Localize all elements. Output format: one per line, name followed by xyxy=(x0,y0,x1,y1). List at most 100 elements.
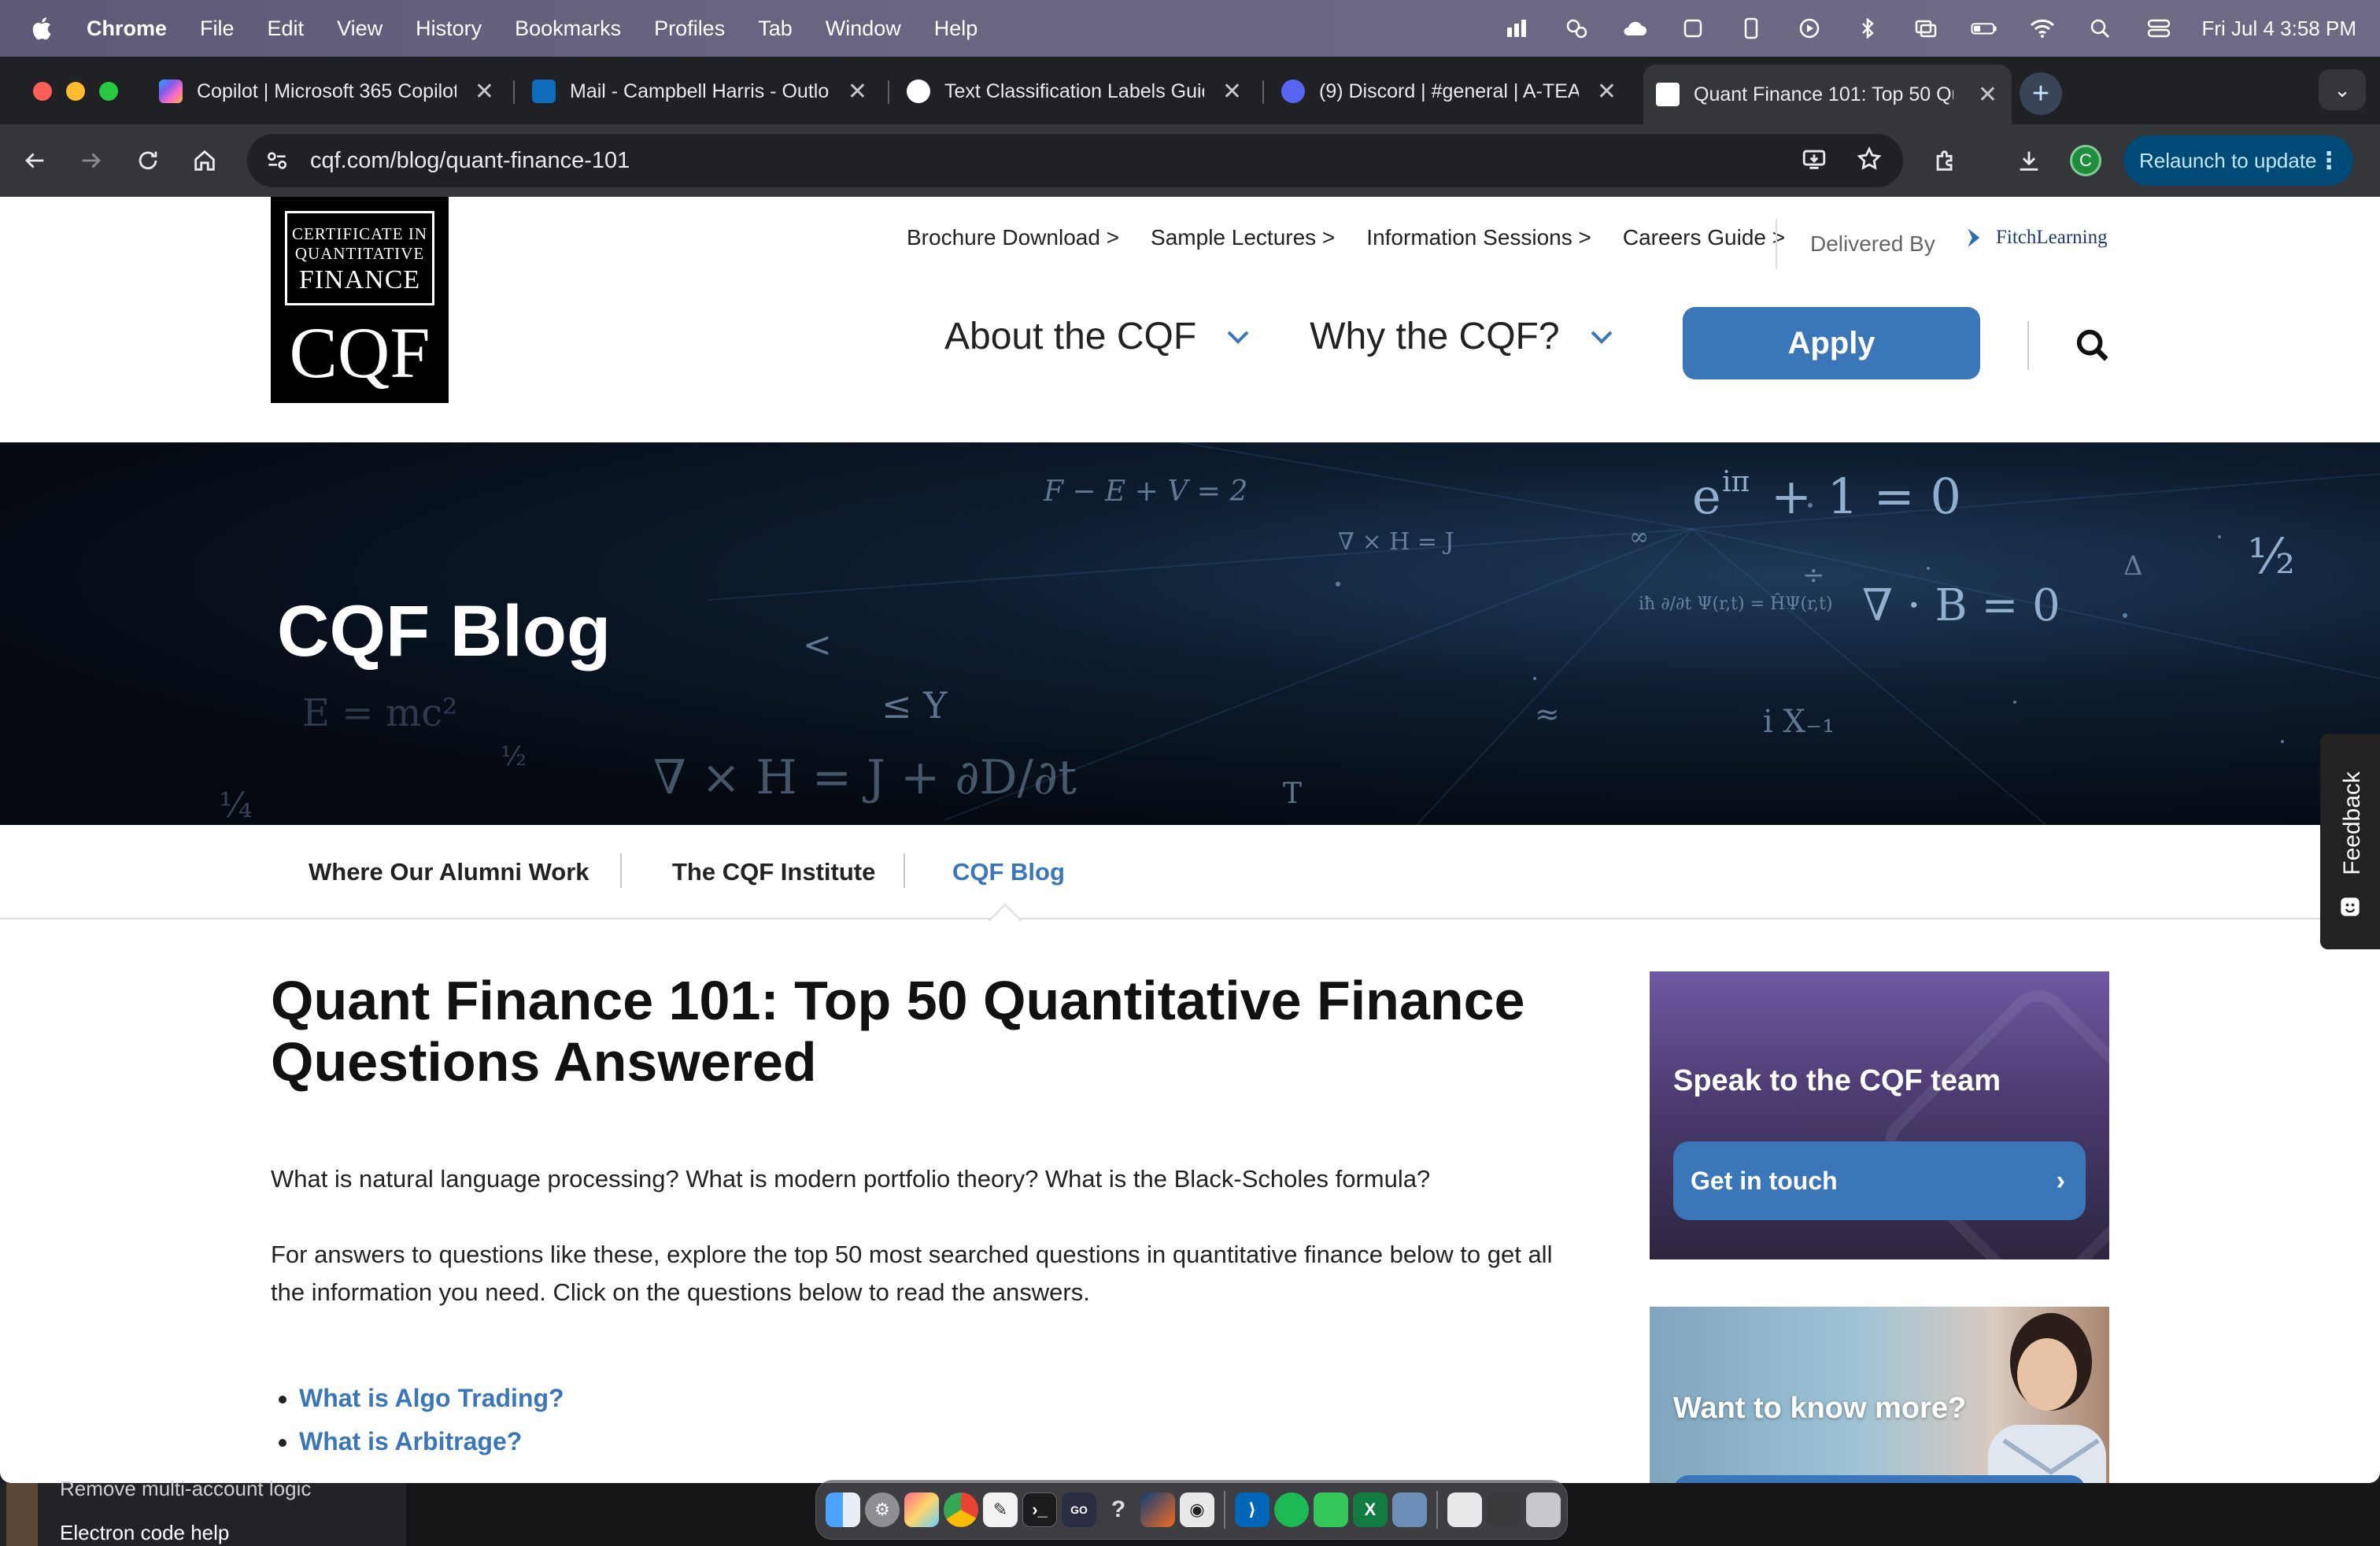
phone-icon[interactable] xyxy=(1735,16,1767,41)
cqf-logo[interactable]: CERTIFICATE IN QUANTITATIVE FINANCE CQF xyxy=(271,197,449,403)
feedback-tab[interactable]: Feedback xyxy=(2320,734,2380,949)
close-tab-icon[interactable]: ✕ xyxy=(1597,78,1617,105)
terminal-icon[interactable]: ›_ xyxy=(1022,1492,1057,1527)
zoom-window-button[interactable] xyxy=(99,82,118,101)
forward-icon[interactable] xyxy=(72,142,110,179)
menu-bookmarks[interactable]: Bookmarks xyxy=(515,17,621,41)
nav-divider xyxy=(2027,321,2029,370)
kebab-menu-icon[interactable]: ⋮ xyxy=(2317,147,2341,175)
play-icon[interactable] xyxy=(1794,16,1825,41)
menu-profiles[interactable]: Profiles xyxy=(654,17,725,41)
menu-help[interactable]: Help xyxy=(934,17,978,41)
wifi-icon[interactable] xyxy=(2027,16,2058,41)
fitch-learning-logo[interactable]: FitchLearning xyxy=(1963,225,2108,250)
nav-careers-guide[interactable]: Careers Guide > xyxy=(1623,225,1785,250)
system-settings-icon[interactable]: ⚙ xyxy=(865,1492,900,1527)
minimize-window-button[interactable] xyxy=(66,82,85,101)
tab-outlook-mail[interactable]: Mail - Campbell Harris - Outlook ✕ xyxy=(519,68,881,115)
spotify-icon[interactable] xyxy=(1274,1492,1309,1527)
textedit-icon[interactable]: ✎ xyxy=(983,1492,1018,1527)
want-to-know-more-button[interactable] xyxy=(1673,1475,2086,1483)
nav-information-sessions[interactable]: Information Sessions > xyxy=(1366,225,1591,250)
svg-text:≤ Υ: ≤ Υ xyxy=(881,684,948,727)
new-tab-button[interactable]: + xyxy=(2020,72,2062,115)
matlab-icon[interactable] xyxy=(1140,1492,1175,1527)
menu-tab[interactable]: Tab xyxy=(758,17,793,41)
question-link-algo-trading[interactable]: What is Algo Trading? xyxy=(299,1384,564,1413)
menu-app-name[interactable]: Chrome xyxy=(87,17,167,41)
vscode-icon[interactable]: ⟩ xyxy=(1235,1492,1269,1527)
spotlight-search-icon[interactable] xyxy=(2085,16,2116,41)
nav-sample-lectures[interactable]: Sample Lectures > xyxy=(1151,225,1335,250)
svg-text:÷: ÷ xyxy=(1802,560,1825,591)
url-text[interactable]: cqf.com/blog/quant-finance-101 xyxy=(310,148,630,174)
tab-discord[interactable]: (9) Discord | #general | A-TEAM ✕ xyxy=(1269,68,1631,115)
menu-edit[interactable]: Edit xyxy=(268,17,305,41)
trash-icon[interactable] xyxy=(1526,1492,1561,1527)
extension-menubar-icon[interactable] xyxy=(1677,16,1709,41)
finder-icon[interactable] xyxy=(826,1492,860,1527)
menu-window[interactable]: Window xyxy=(826,17,901,41)
nav-why-the-cqf[interactable]: Why the CQF? xyxy=(1310,315,1613,358)
feedback-label: Feedback xyxy=(2339,771,2365,875)
logo-text-box: CERTIFICATE IN QUANTITATIVE FINANCE xyxy=(285,211,434,305)
close-tab-icon[interactable]: ✕ xyxy=(1222,78,1242,105)
profile-avatar[interactable]: C xyxy=(2070,145,2101,176)
preview-icon[interactable] xyxy=(1392,1492,1427,1527)
subnav-where-our-alumni-work[interactable]: Where Our Alumni Work xyxy=(309,858,589,886)
chrome-icon[interactable] xyxy=(944,1492,978,1527)
tab-cqf-active[interactable]: Quant Finance 101: Top 50 Quant ✕ xyxy=(1643,65,2012,124)
close-tab-icon[interactable]: ✕ xyxy=(475,78,494,105)
close-tab-icon[interactable]: ✕ xyxy=(1978,81,1998,109)
bookmark-star-icon[interactable] xyxy=(1856,146,1883,176)
site-info-icon[interactable] xyxy=(261,145,293,176)
excel-icon[interactable]: X xyxy=(1353,1492,1388,1527)
github-desktop-icon[interactable]: ◉ xyxy=(1180,1492,1214,1527)
tab-divider xyxy=(513,80,515,104)
svg-text:i X₋₁: i X₋₁ xyxy=(1763,704,1835,740)
home-icon[interactable] xyxy=(186,142,224,179)
close-window-button[interactable] xyxy=(33,82,52,101)
tab-chatgpt[interactable]: Text Classification Labels Guide ✕ xyxy=(894,68,1256,115)
tab-search-button[interactable]: ⌄ xyxy=(2319,69,2366,110)
get-in-touch-button[interactable]: Get in touch › xyxy=(1673,1141,2086,1220)
nav-about-the-cqf[interactable]: About the CQF xyxy=(944,315,1310,358)
get-in-touch-label: Get in touch xyxy=(1691,1166,1838,1195)
chatgpt-favicon-icon xyxy=(907,80,930,103)
reload-icon[interactable] xyxy=(129,142,167,179)
menubar-clock[interactable]: Fri Jul 4 3:58 PM xyxy=(2201,17,2356,41)
weather-icon[interactable] xyxy=(1561,16,1592,41)
tab-copilot[interactable]: Copilot | Microsoft 365 Copilot ✕ xyxy=(146,68,508,115)
install-app-icon[interactable] xyxy=(1801,146,1828,176)
relaunch-update-button[interactable]: Relaunch to update ⋮ xyxy=(2123,135,2353,186)
dock-separator xyxy=(1436,1491,1438,1529)
document-icon[interactable] xyxy=(1447,1492,1482,1527)
screen-mirroring-icon[interactable] xyxy=(1910,16,1942,41)
cloud-icon[interactable] xyxy=(1619,16,1650,41)
question-link-arbitrage[interactable]: What is Arbitrage? xyxy=(299,1427,564,1456)
messages-icon[interactable] xyxy=(1314,1492,1348,1527)
back-icon[interactable] xyxy=(16,142,54,179)
menu-file[interactable]: File xyxy=(200,17,235,41)
help-question-icon[interactable]: ? xyxy=(1101,1492,1136,1527)
launchpad-icon[interactable] xyxy=(904,1492,939,1527)
extensions-puzzle-icon[interactable] xyxy=(1927,142,1964,179)
address-bar[interactable]: cqf.com/blog/quant-finance-101 xyxy=(247,134,1903,187)
apply-button[interactable]: Apply xyxy=(1683,307,1980,379)
search-icon[interactable] xyxy=(2075,327,2111,364)
nav-brochure-download[interactable]: Brochure Download > xyxy=(907,225,1119,250)
stats-icon[interactable] xyxy=(1502,16,1534,41)
menu-history[interactable]: History xyxy=(416,17,482,41)
subnav-the-cqf-institute[interactable]: The CQF Institute xyxy=(672,858,875,886)
background-window[interactable]: Remove multi-account logic Electron code… xyxy=(0,1477,406,1546)
apple-icon[interactable] xyxy=(30,14,55,43)
subnav-cqf-blog[interactable]: CQF Blog xyxy=(952,858,1065,886)
battery-icon[interactable] xyxy=(1968,16,2000,41)
close-tab-icon[interactable]: ✕ xyxy=(848,78,867,105)
goland-icon[interactable]: GO xyxy=(1062,1492,1096,1527)
menu-view[interactable]: View xyxy=(337,17,382,41)
downloads-icon[interactable] xyxy=(2010,142,2048,179)
control-center-icon[interactable] xyxy=(2143,16,2175,41)
downloads-stack-icon[interactable] xyxy=(1487,1492,1521,1527)
bluetooth-icon[interactable] xyxy=(1852,16,1883,41)
